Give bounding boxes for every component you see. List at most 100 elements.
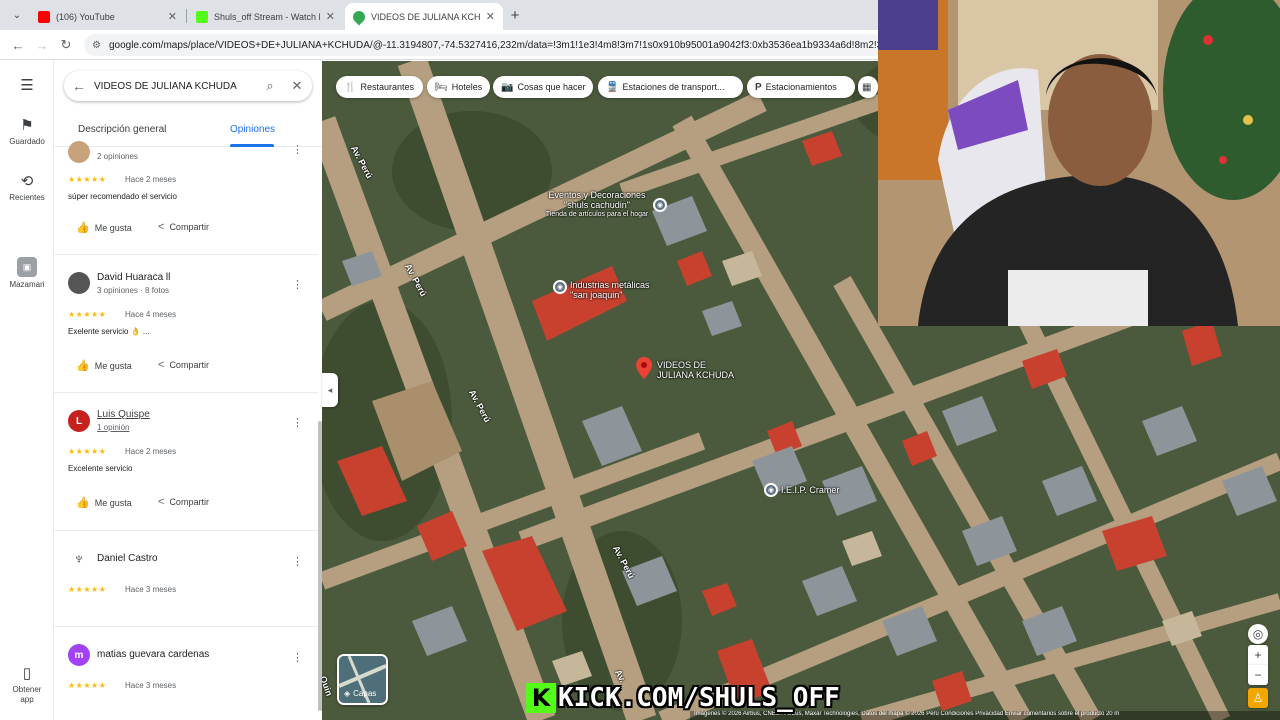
hamburger-icon: ☰ xyxy=(20,77,34,94)
review-time: Hace 2 meses xyxy=(125,175,177,184)
rail-item-recents[interactable]: ⟲ Recientes xyxy=(0,173,54,203)
train-icon: 🚆 xyxy=(606,81,619,93)
browser-tab-kick[interactable]: Shuls_off Stream - Watch Live o ✕ xyxy=(188,3,343,30)
tab-search-icon[interactable]: ⌄ xyxy=(6,5,28,25)
reviewer-meta[interactable]: 1 opinión xyxy=(97,423,129,432)
more-options-icon[interactable]: ⋮ xyxy=(292,555,303,568)
chip-parking[interactable]: P Estacionamientos xyxy=(747,76,855,98)
thumbs-up-icon: 👍 xyxy=(76,360,90,372)
rail-item-mazamari[interactable]: ▣ Mazamari xyxy=(0,257,54,290)
rail-item-get-app[interactable]: ▯ Obtener app xyxy=(0,665,54,705)
browser-tab-maps-active[interactable]: VIDEOS DE JULIANA KCHUDA ✕ xyxy=(345,3,503,30)
forward-arrow-icon[interactable]: → xyxy=(32,35,52,55)
chip-hotels[interactable]: 🛏 Hoteles xyxy=(427,76,490,98)
rail-item-label: Mazamari xyxy=(9,280,45,289)
chip-more[interactable]: ▦ xyxy=(858,76,878,98)
history-icon: ⟲ xyxy=(20,173,34,190)
maps-left-rail: ☰ ⚑ Guardado ⟲ Recientes ▣ Mazamari ▯ Ob… xyxy=(0,61,54,720)
place-thumbnail: ▣ xyxy=(17,257,37,277)
selected-place-label[interactable]: VIDEOS DE JULIANA KCHUDA xyxy=(657,360,737,380)
rating-stars: ★★★★★ xyxy=(68,310,107,319)
close-tab-icon[interactable]: ✕ xyxy=(326,10,335,23)
chip-transit-stations[interactable]: 🚆 Estaciones de transport... xyxy=(598,76,743,98)
camera-icon: 📷 xyxy=(501,81,514,93)
phone-icon: ▯ xyxy=(22,665,32,682)
avatar[interactable]: m xyxy=(68,644,90,666)
kick-url-text: KICK.COM/SHULS_OFF xyxy=(558,683,840,713)
reviewer-name[interactable]: matias guevara cardenas xyxy=(97,649,209,660)
more-options-icon[interactable]: ⋮ xyxy=(292,651,303,664)
chip-label: Estaciones de transport... xyxy=(622,82,725,92)
address-bar[interactable]: ⚙ google.com/maps/place/VIDEOS+DE+JULIAN… xyxy=(84,34,884,56)
tab-divider xyxy=(186,9,187,23)
review-text: Excelente servicio xyxy=(68,464,133,473)
layers-button[interactable]: ◈ Capas xyxy=(337,654,388,705)
zoom-in-button[interactable]: + xyxy=(1248,645,1268,665)
more-options-icon[interactable]: ⋮ xyxy=(292,416,303,429)
share-icon: < xyxy=(158,221,165,233)
kick-logo-icon: K xyxy=(526,683,556,713)
share-label: Compartir xyxy=(169,497,209,507)
share-button[interactable]: < Compartir xyxy=(158,496,209,508)
back-arrow-icon[interactable]: ← xyxy=(8,35,28,55)
close-tab-icon[interactable]: ✕ xyxy=(168,10,177,23)
maps-favicon-icon xyxy=(350,8,368,25)
review-time: Hace 2 meses xyxy=(125,447,177,456)
reload-icon[interactable]: ↻ xyxy=(56,35,76,55)
more-options-icon[interactable]: ⋮ xyxy=(292,143,303,156)
avatar[interactable]: L xyxy=(68,410,90,432)
search-box[interactable]: ← VIDEOS DE JULIANA KCHUDA ⌕ ✕ xyxy=(64,71,312,101)
my-location-icon[interactable]: ◎ xyxy=(1248,624,1268,644)
review-time: Hace 4 meses xyxy=(125,310,177,319)
poi-ieip-cramer[interactable]: ◉ I.E.I.P. Cramer xyxy=(764,483,839,497)
chip-things-to-do[interactable]: 📷 Cosas que hacer xyxy=(493,76,593,98)
back-arrow-icon[interactable]: ← xyxy=(64,78,94,94)
review-text: súper recomendado el servicio xyxy=(68,192,177,201)
avatar[interactable]: ♆ xyxy=(68,549,90,571)
browser-tab-youtube[interactable]: (106) YouTube ✕ xyxy=(30,3,185,30)
tab-title: (106) YouTube xyxy=(56,11,115,22)
menu-hamburger-icon[interactable]: ☰ xyxy=(0,77,54,97)
chip-label: Cosas que hacer xyxy=(517,82,586,92)
close-tab-icon[interactable]: ✕ xyxy=(486,10,495,23)
pegman-icon[interactable]: ♙ xyxy=(1248,688,1268,708)
review-time: Hace 3 meses xyxy=(125,585,177,594)
chip-label: Hoteles xyxy=(451,82,483,92)
poi-name: Industrias metálicas "san joaquin" xyxy=(570,280,650,300)
bed-icon: 🛏 xyxy=(435,81,448,93)
chip-label: Estacionamientos xyxy=(765,82,837,92)
reviewer-name[interactable]: Luis Quispe xyxy=(97,409,150,420)
search-icon[interactable]: ⌕ xyxy=(258,78,282,94)
share-icon: < xyxy=(158,496,165,508)
avatar[interactable] xyxy=(68,141,90,163)
site-info-icon[interactable]: ⚙ xyxy=(92,40,101,51)
new-tab-plus-icon[interactable]: + xyxy=(505,5,525,25)
shopping-bag-icon: ◉ xyxy=(653,198,667,212)
share-button[interactable]: < Compartir xyxy=(158,359,209,371)
poi-eventos-decoraciones[interactable]: ◉ Eventos y Decoraciones "shuls cachudin… xyxy=(544,190,667,220)
avatar[interactable] xyxy=(68,272,90,294)
url-text[interactable]: google.com/maps/place/VIDEOS+DE+JULIANA+… xyxy=(109,40,884,51)
factory-icon: ◉ xyxy=(553,280,567,294)
zoom-out-button[interactable]: − xyxy=(1248,665,1268,685)
more-chips-icon: ▦ xyxy=(862,81,872,93)
search-input[interactable]: VIDEOS DE JULIANA KCHUDA xyxy=(94,81,258,92)
close-icon[interactable]: ✕ xyxy=(282,78,312,94)
parking-icon: P xyxy=(755,81,762,93)
bookmark-icon: ⚑ xyxy=(20,117,34,134)
school-icon: ◉ xyxy=(764,483,778,497)
poi-industrias-metalicas[interactable]: ◉ Industrias metálicas "san joaquin" xyxy=(553,280,660,300)
rail-item-saved[interactable]: ⚑ Guardado xyxy=(0,117,54,147)
chip-restaurants[interactable]: 🍴 Restaurantes xyxy=(336,76,423,98)
reviewer-name[interactable]: Daniel Castro xyxy=(97,553,158,564)
review-time: Hace 3 meses xyxy=(125,681,177,690)
share-button[interactable]: < Compartir xyxy=(158,221,209,233)
reviewer-name[interactable]: David Huaraca ll xyxy=(97,272,170,283)
tab-title: Shuls_off Stream - Watch Live o xyxy=(214,11,320,22)
collapse-panel-button[interactable]: ◂ xyxy=(322,373,338,407)
more-options-icon[interactable]: ⋮ xyxy=(292,278,303,291)
like-button[interactable]: 👍 Me gusta xyxy=(76,221,132,234)
rating-stars: ★★★★★ xyxy=(68,447,107,456)
like-button[interactable]: 👍 Me gusta xyxy=(76,496,132,509)
like-button[interactable]: 👍 Me gusta xyxy=(76,359,132,372)
